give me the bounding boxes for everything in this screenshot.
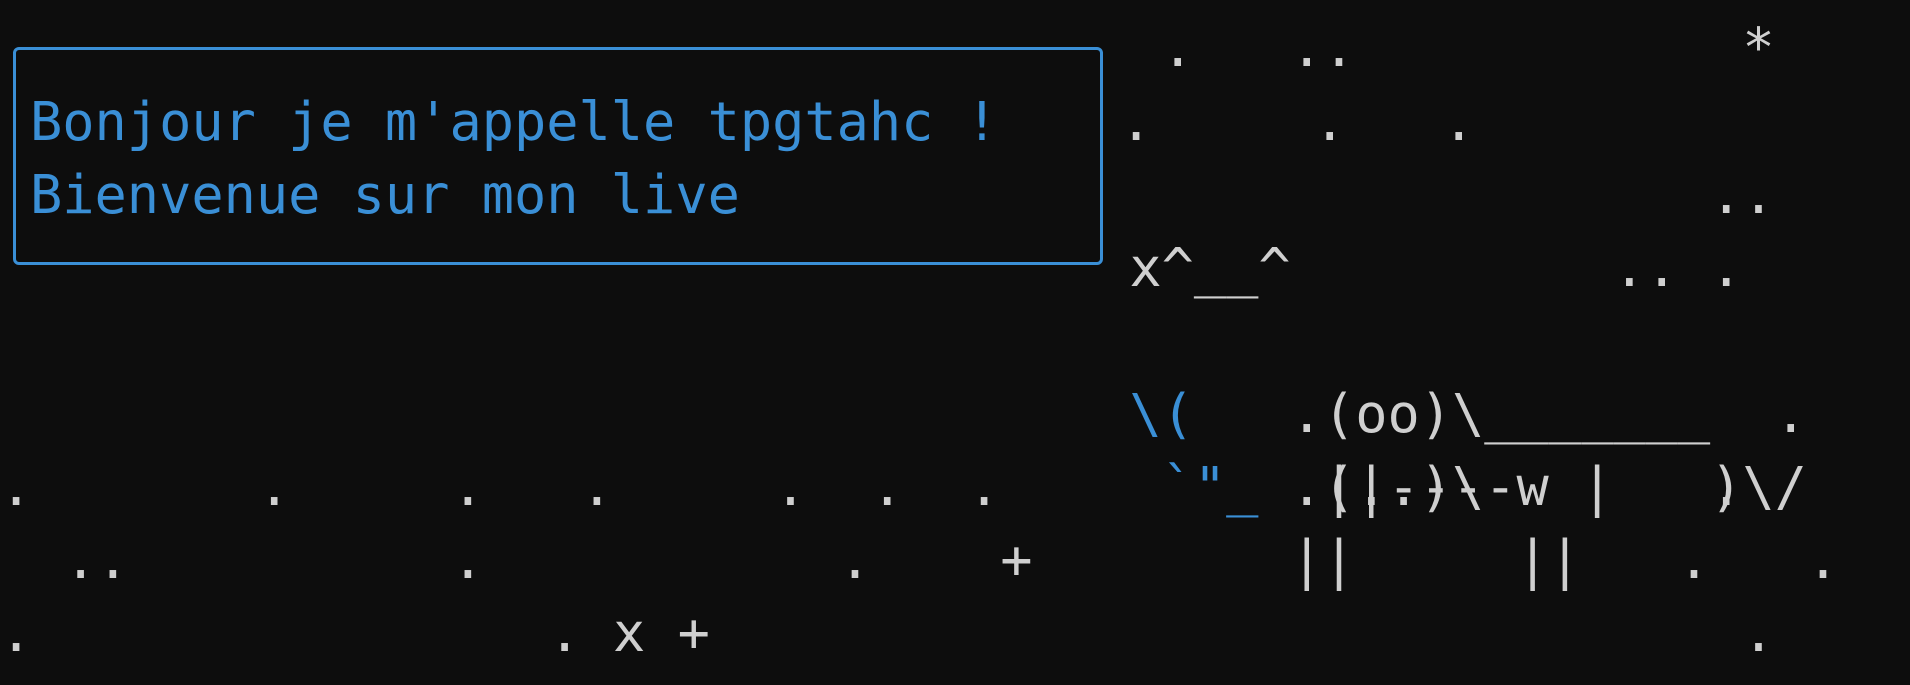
cow-legs-row: .. . . + || || . .	[0, 528, 1840, 591]
stars-row-2: . . .	[1120, 90, 1475, 153]
cow-mouth-row: `"_ .(..)\ )\/ +	[0, 377, 1910, 518]
cow-head-row: \( .(oo)\_______ .	[0, 304, 1807, 445]
stars-row-3: ..	[0, 163, 1775, 226]
cow-ears-row: x^__^ .. .	[0, 236, 1743, 299]
cow-body-row: . . . . . . . ||----w | .	[0, 455, 1743, 518]
greeting-line: Bonjour je m'appelle tpgtahc !	[30, 90, 998, 153]
terminal-screen: . .. * Bonjour je m'appelle tpgtahc ! . …	[0, 0, 1910, 685]
stars-row-1: . .. *	[0, 16, 1775, 79]
ground-stars-row: . . x + . .	[0, 601, 1910, 664]
